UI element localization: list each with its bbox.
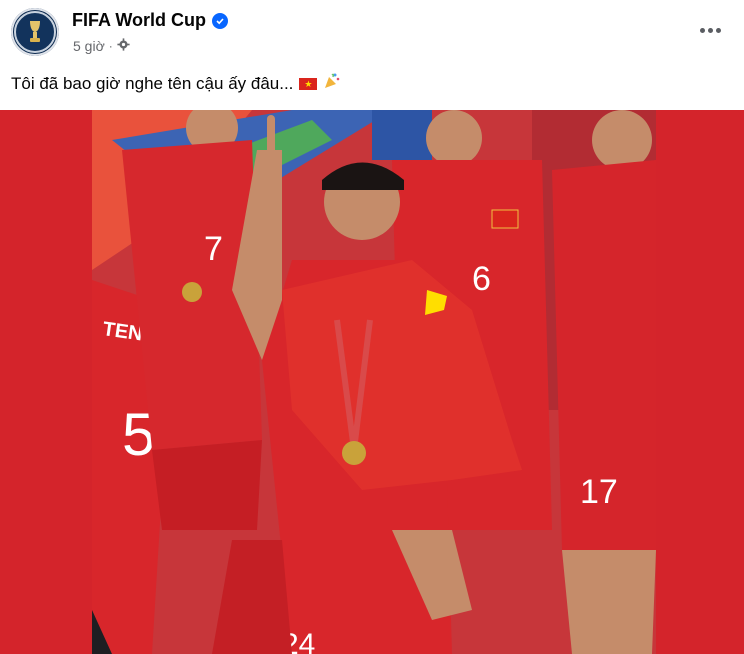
dot-icon	[699, 27, 705, 33]
post-timestamp[interactable]: 5 giờ	[73, 38, 105, 54]
post-header: FIFA World Cup 5 giờ ·	[0, 0, 744, 64]
dot-icon	[707, 27, 713, 33]
more-options-button[interactable]	[694, 18, 726, 42]
post-photo[interactable]: TENAN 5 7 6 17 24	[92, 110, 656, 654]
separator-dot: ·	[108, 39, 113, 53]
page-name-text[interactable]: FIFA World Cup	[72, 10, 206, 31]
jersey-number-17: 17	[580, 473, 618, 511]
post-media[interactable]: TENAN 5 7 6 17 24	[0, 110, 744, 654]
page-name[interactable]: FIFA World Cup	[72, 10, 228, 31]
jersey-number-7: 7	[204, 230, 223, 268]
party-popper-icon	[323, 72, 341, 95]
dot-icon	[715, 27, 721, 33]
post-caption: Tôi đã bao giờ nghe tên cậu ấy đâu...	[11, 72, 341, 95]
trophy-icon	[14, 11, 56, 53]
page-avatar[interactable]	[11, 8, 59, 56]
caption-text: Tôi đã bao giờ nghe tên cậu ấy đâu...	[11, 73, 294, 93]
post-meta: 5 giờ ·	[73, 38, 130, 54]
vietnam-flag-icon	[299, 77, 318, 90]
jersey-number-6: 6	[472, 260, 491, 298]
audience-gear-icon[interactable]	[117, 38, 130, 54]
verified-badge-icon	[211, 12, 228, 29]
